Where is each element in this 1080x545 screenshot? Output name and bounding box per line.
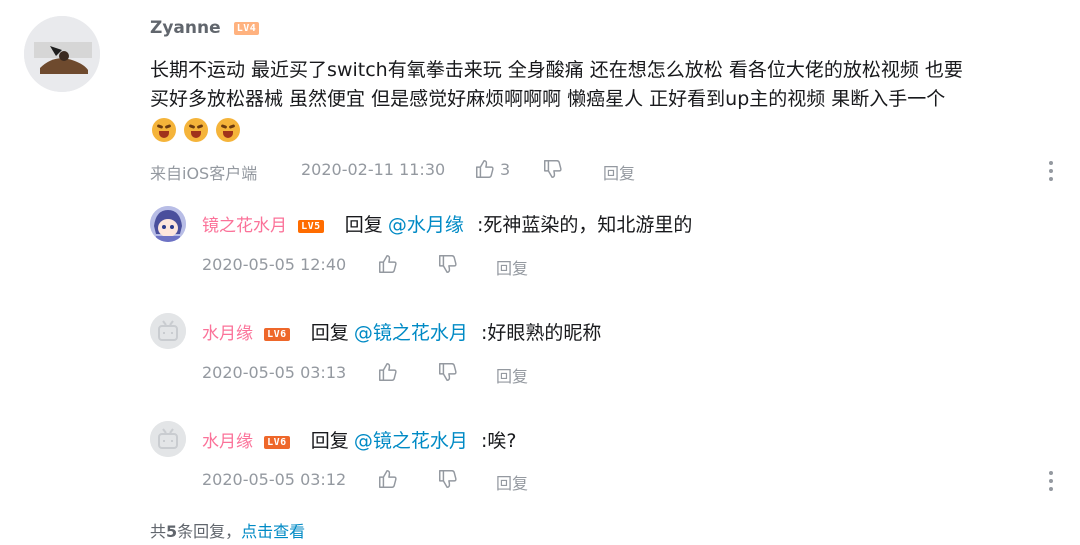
anime-avatar-icon — [150, 206, 186, 242]
default-tv-avatar-icon — [150, 313, 186, 349]
thumbs-down-icon — [544, 160, 562, 178]
reply-header: 水月缘 LV6 回复 @镜之花水月 :好眼熟的昵称 — [202, 318, 601, 345]
summary-count: 5 — [166, 522, 178, 541]
reply-text: :唉? — [480, 430, 517, 452]
reply-button[interactable]: 回复 — [496, 470, 528, 494]
level-badge: LV6 — [264, 436, 290, 449]
like-count: 3 — [500, 159, 511, 179]
reply-time: 2020-05-05 12:40 — [202, 255, 347, 274]
default-tv-avatar-icon — [150, 421, 186, 457]
commenter-avatar[interactable] — [24, 16, 100, 92]
reply-button[interactable]: 回复 — [496, 255, 528, 279]
thumbs-up-icon — [476, 160, 494, 178]
thumbs-up-icon — [379, 470, 397, 488]
comment-header: Zyanne LV4 — [150, 18, 260, 38]
reply-username[interactable]: 镜之花水月 — [202, 216, 287, 236]
comment-body: 长期不运动 最近买了switch有氧拳击来玩 全身酸痛 还在想怎么放松 看各位大… — [150, 56, 1060, 114]
level-badge: LV4 — [233, 22, 260, 35]
angry-emoji-icon — [152, 118, 176, 142]
like-button[interactable] — [377, 468, 399, 494]
reply-header: 水月缘 LV6 回复 @镜之花水月 :唉? — [202, 426, 516, 453]
reply-header: 镜之花水月 LV5 回复 @水月缘 :死神蓝染的，知北游里的 — [202, 210, 692, 237]
reply-username[interactable]: 水月缘 — [202, 324, 253, 344]
comment-time: 2020-02-11 11:30 — [301, 160, 446, 179]
reply-time: 2020-05-05 03:12 — [202, 470, 347, 489]
reply-prefix: 回复 — [344, 214, 383, 236]
thumbs-up-icon — [379, 255, 397, 273]
summary-prefix: 共 — [150, 522, 167, 541]
comment-text-line: 买好多放松器械 虽然便宜 但是感觉好麻烦啊啊啊 懒癌星人 正好看到up主的视频 … — [150, 88, 946, 110]
commenter-username[interactable]: Zyanne — [150, 18, 221, 38]
reply-avatar[interactable] — [150, 313, 186, 349]
level-badge: LV5 — [298, 220, 324, 233]
more-dots-icon — [1049, 161, 1053, 181]
reply-prefix: 回复 — [310, 430, 349, 452]
reply-button[interactable]: 回复 — [603, 160, 635, 184]
like-button[interactable] — [377, 253, 399, 279]
dislike-button[interactable] — [437, 253, 459, 279]
thumbs-down-icon — [439, 470, 457, 488]
more-dots-icon — [1049, 471, 1053, 491]
dislike-button[interactable] — [437, 468, 459, 494]
reply-text: :好眼熟的昵称 — [480, 322, 602, 344]
angry-emoji-icon — [216, 118, 240, 142]
like-button[interactable] — [377, 361, 399, 387]
reply-username[interactable]: 水月缘 — [202, 432, 253, 452]
view-all-replies-link[interactable]: 点击查看 — [241, 522, 305, 541]
reply-prefix: 回复 — [310, 322, 349, 344]
reply-avatar[interactable] — [150, 206, 186, 242]
avatar-image — [24, 16, 100, 92]
mention-link[interactable]: @镜之花水月 — [354, 430, 468, 452]
reply-text: :死神蓝染的，知北游里的 — [476, 214, 693, 236]
angry-emoji-icon — [184, 118, 208, 142]
dislike-button[interactable] — [437, 361, 459, 387]
mention-link[interactable]: @水月缘 — [388, 214, 464, 236]
mention-link[interactable]: @镜之花水月 — [354, 322, 468, 344]
more-options-button[interactable] — [1048, 470, 1054, 496]
summary-suffix: 条回复， — [177, 522, 242, 541]
reply-time: 2020-05-05 03:13 — [202, 363, 347, 382]
like-button[interactable]: 3 — [474, 158, 510, 180]
thumbs-down-icon — [439, 255, 457, 273]
reply-button[interactable]: 回复 — [496, 363, 528, 387]
comment-text-line: 长期不运动 最近买了switch有氧拳击来玩 全身酸痛 还在想怎么放松 看各位大… — [150, 59, 963, 81]
thumbs-down-icon — [439, 363, 457, 381]
thumbs-up-icon — [379, 363, 397, 381]
level-badge: LV6 — [264, 328, 290, 341]
reply-avatar[interactable] — [150, 421, 186, 457]
dislike-button[interactable] — [542, 158, 564, 184]
reply-summary: 共5条回复，点击查看 — [150, 518, 305, 542]
more-options-button[interactable] — [1048, 160, 1054, 186]
emoji-row — [152, 118, 248, 142]
comment-source: 来自iOS客户端 — [150, 164, 258, 183]
